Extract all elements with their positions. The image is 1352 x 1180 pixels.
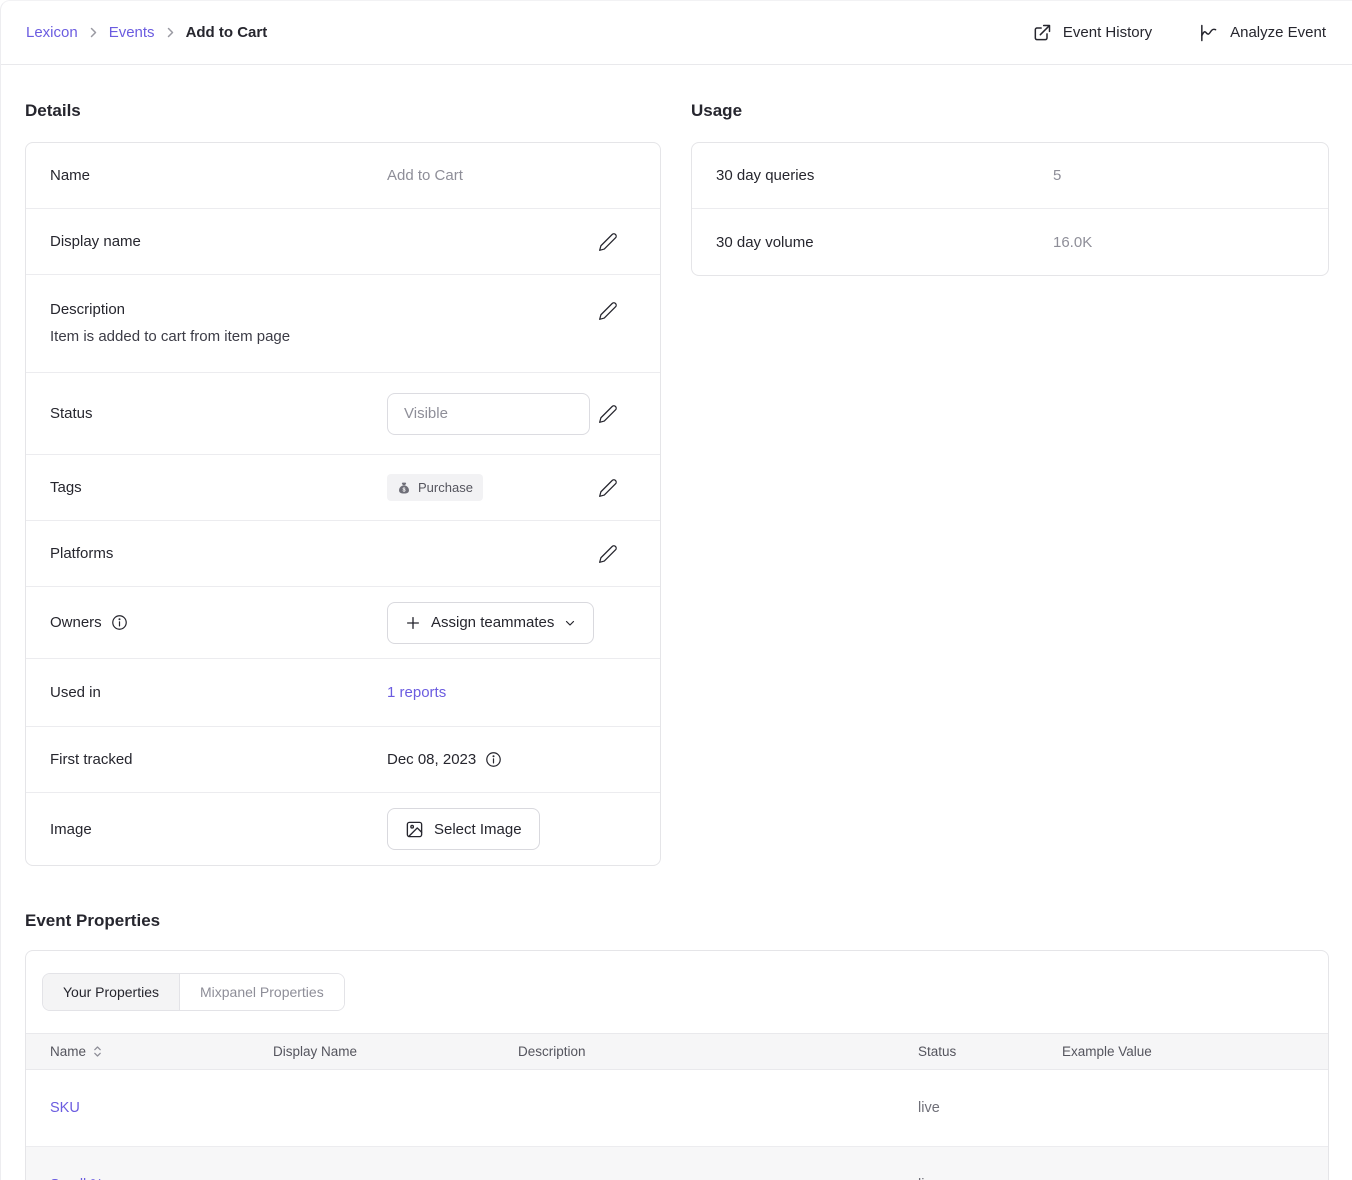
top-bar-actions: Event History Analyze Event [1032, 23, 1326, 43]
status-label: Status [50, 405, 387, 422]
line-chart-icon [1198, 23, 1219, 43]
description-value: Item is added to cart from item page [50, 328, 636, 345]
detail-row-first-tracked: First tracked Dec 08, 2023 [26, 727, 660, 793]
event-history-label: Event History [1063, 24, 1152, 41]
assign-teammates-label: Assign teammates [431, 614, 554, 631]
usage-title: Usage [691, 101, 1329, 121]
tag-purchase-label: Purchase [418, 480, 473, 495]
owners-label: Owners [50, 614, 387, 631]
detail-row-status: Status Visible [26, 373, 660, 455]
chevron-right-icon [166, 26, 175, 39]
used-in-label: Used in [50, 684, 387, 701]
property-status: live [918, 1100, 1062, 1116]
column-header-example-value: Example Value [1062, 1044, 1328, 1059]
edit-platforms-icon[interactable] [596, 542, 620, 566]
usage-row-queries: 30 day queries 5 [692, 143, 1328, 209]
chevron-down-icon [564, 617, 576, 629]
first-tracked-label: First tracked [50, 751, 387, 768]
edit-description-icon[interactable] [596, 299, 620, 323]
breadcrumb: Lexicon Events Add to Cart [26, 24, 267, 41]
display-name-label: Display name [50, 233, 387, 250]
detail-row-description: Description Item is added to cart from i… [26, 275, 660, 373]
money-bag-icon: $ [397, 481, 411, 495]
usage-card: 30 day queries 5 30 day volume 16.0K [691, 142, 1329, 276]
column-header-name[interactable]: Name [26, 1044, 273, 1059]
properties-table-header: Name Display Name Description Status Exa… [26, 1033, 1328, 1070]
usage-queries-value: 5 [1053, 167, 1061, 184]
svg-text:$: $ [402, 487, 405, 493]
first-tracked-value: Dec 08, 2023 [387, 751, 502, 768]
usage-row-volume: 30 day volume 16.0K [692, 209, 1328, 275]
usage-volume-label: 30 day volume [716, 234, 1053, 251]
column-header-status: Status [918, 1044, 1062, 1059]
properties-tabs: Your Properties Mixpanel Properties [42, 973, 345, 1011]
select-image-button[interactable]: Select Image [387, 808, 540, 850]
event-history-button[interactable]: Event History [1032, 23, 1152, 43]
sort-icon[interactable] [93, 1045, 102, 1058]
column-header-description: Description [518, 1044, 918, 1059]
analyze-event-button[interactable]: Analyze Event [1198, 23, 1326, 43]
event-properties-card: Your Properties Mixpanel Properties Name… [25, 950, 1329, 1180]
name-label: Name [50, 167, 387, 184]
analyze-event-label: Analyze Event [1230, 24, 1326, 41]
column-header-display-name: Display Name [273, 1044, 518, 1059]
breadcrumb-events[interactable]: Events [109, 24, 155, 41]
used-in-reports-link[interactable]: 1 reports [387, 684, 446, 701]
detail-row-tags: Tags $ Purchase [26, 455, 660, 521]
table-row-scroll-percent[interactable]: Scroll % live [26, 1147, 1328, 1180]
usage-section: Usage 30 day queries 5 30 day volume 16.… [691, 101, 1329, 276]
image-icon [405, 820, 424, 839]
detail-row-image: Image Select Image [26, 793, 660, 865]
tab-mixpanel-properties[interactable]: Mixpanel Properties [180, 974, 344, 1010]
detail-row-name: Name Add to Cart [26, 143, 660, 209]
chevron-right-icon [89, 26, 98, 39]
external-link-icon [1032, 23, 1052, 43]
status-input[interactable]: Visible [387, 393, 590, 435]
detail-row-platforms: Platforms [26, 521, 660, 587]
tags-label: Tags [50, 479, 387, 496]
details-card: Name Add to Cart Display name Descriptio… [25, 142, 661, 866]
lexicon-event-page: Lexicon Events Add to Cart Event History [0, 0, 1352, 1180]
detail-row-used-in: Used in 1 reports [26, 659, 660, 727]
select-image-label: Select Image [434, 821, 522, 838]
table-row-sku[interactable]: SKU live [26, 1070, 1328, 1147]
edit-tags-icon[interactable] [596, 476, 620, 500]
info-icon[interactable] [111, 614, 128, 631]
description-label: Description [50, 301, 387, 318]
info-icon[interactable] [485, 751, 502, 768]
details-title: Details [25, 101, 661, 121]
details-section: Details Name Add to Cart Display name De… [25, 101, 661, 866]
platforms-label: Platforms [50, 545, 387, 562]
top-bar: Lexicon Events Add to Cart Event History [1, 1, 1352, 65]
edit-status-icon[interactable] [596, 402, 620, 426]
detail-row-display-name: Display name [26, 209, 660, 275]
edit-display-name-icon[interactable] [596, 230, 620, 254]
event-properties-section: Event Properties Your Properties Mixpane… [25, 911, 1329, 1180]
tab-your-properties[interactable]: Your Properties [43, 974, 180, 1010]
breadcrumb-current: Add to Cart [186, 24, 268, 41]
property-link[interactable]: SKU [50, 1100, 80, 1116]
name-value: Add to Cart [387, 167, 463, 184]
usage-volume-value: 16.0K [1053, 234, 1092, 251]
event-properties-title: Event Properties [25, 911, 1329, 931]
breadcrumb-lexicon[interactable]: Lexicon [26, 24, 78, 41]
detail-row-owners: Owners Assign teammates [26, 587, 660, 659]
tag-purchase[interactable]: $ Purchase [387, 474, 483, 501]
image-label: Image [50, 821, 387, 838]
usage-queries-label: 30 day queries [716, 167, 1053, 184]
assign-teammates-button[interactable]: Assign teammates [387, 602, 594, 644]
plus-icon [405, 615, 421, 631]
